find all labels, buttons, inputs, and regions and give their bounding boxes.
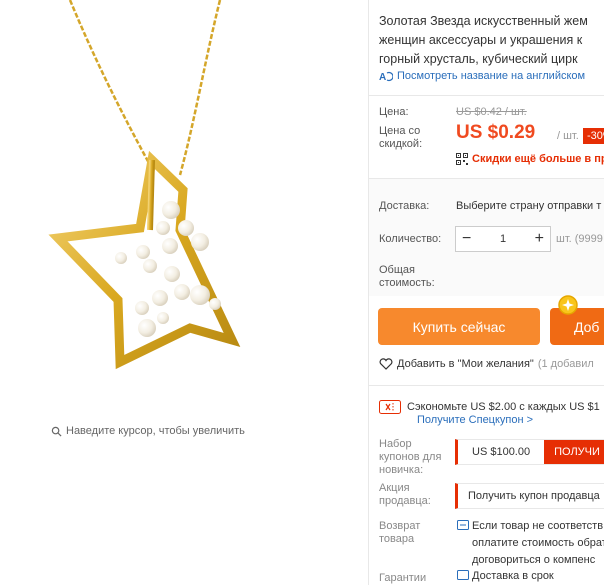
return-policy: Если товар не соответств оплатите стоимо… [457,518,604,569]
divider [369,178,604,179]
old-price: US $0.42 / шт. [456,106,527,118]
zoom-hint-text: Наведите курсор, чтобы увеличить [66,425,245,437]
return-line: Если товар не соответств [472,520,604,532]
discount-badge: -30% [583,128,604,144]
seller-promo-label: Акция продавца: [379,482,431,507]
quantity-stepper[interactable]: − 1 + [455,226,551,252]
delivery-label: Доставка: [379,200,430,212]
add-to-wishlist[interactable]: Добавить в "Мои желания" (1 добавил [379,358,604,370]
coupon-amount: US $100.00 [458,440,545,464]
total-cost-label: Общая стоимость: [379,264,435,289]
translate-icon: A [379,71,393,82]
translate-link-text[interactable]: Посмотреть название на английском [397,70,585,82]
coin-badge-icon [558,295,578,315]
wishlist-count: (1 добавил [537,358,594,370]
translate-title-link[interactable]: A Посмотреть название на английском [379,70,604,82]
price-label: Цена: [379,106,409,118]
sale-price: US $0.29 [456,122,536,143]
stock-info: шт. (9999 [556,233,603,245]
coupon-icon [379,400,401,414]
necklace-image [48,0,241,370]
return-line: договориться о компенс [472,554,596,566]
divider [369,385,604,386]
shield-icon [457,570,469,580]
delivery-country-select[interactable]: Выберите страну отправки т [456,200,601,212]
app-promo[interactable]: Скидки ещё больше в пр [456,153,604,165]
get-coupon-button[interactable]: ПОЛУЧИ [544,440,604,464]
quantity-label: Количество: [379,233,442,245]
title-line: Золотая Звезда искусственный жем [379,14,588,28]
magnifier-icon [51,426,62,437]
wishlist-label[interactable]: Добавить в "Мои желания" [397,358,534,370]
save-text: Сэкономьте US $2.00 с каждых US $1 [407,401,600,413]
divider [369,95,604,96]
quantity-increase-button[interactable]: + [535,231,544,247]
guarantee-label: Гарантии [379,572,427,584]
sale-price-label: Цена со скидкой: [379,125,423,150]
product-title: Золотая Звезда искусственный жем женщин … [379,12,604,69]
svg-text:A: A [379,72,386,82]
qr-code-icon [456,153,468,165]
app-promo-text[interactable]: Скидки ещё больше в пр [472,153,604,165]
buy-now-button[interactable]: Купить сейчас [378,308,540,345]
title-line: женщин аксессуары и украшения к [379,33,583,47]
heart-icon [379,358,393,370]
zoom-hint: Наведите курсор, чтобы увеличить [51,425,245,437]
title-line: горный хрусталь, кубический цирк [379,52,578,66]
return-label: Возврат товара [379,520,421,545]
new-user-coupon-label: Набор купонов для новичка: [379,438,442,476]
return-icon [457,520,469,530]
seller-coupon-button[interactable]: Получить купон продавца [455,483,604,509]
quantity-value[interactable]: 1 [500,233,506,245]
product-image[interactable]: Наведите курсор, чтобы увеличить [0,0,365,445]
guarantee-info: Доставка в срок [457,570,554,582]
per-unit: / шт. [557,130,579,142]
guarantee-text: Доставка в срок [472,570,554,582]
quantity-decrease-button[interactable]: − [462,231,471,247]
new-user-coupon: US $100.00 ПОЛУЧИ [455,439,604,465]
product-info-panel: Золотая Звезда искусственный жем женщин … [368,0,604,585]
get-special-coupon-link[interactable]: Получите Спецкупон > [417,414,533,426]
coupon-save-row: Сэкономьте US $2.00 с каждых US $1 [379,400,604,414]
return-line: оплатите стоимость обрат [472,537,604,549]
